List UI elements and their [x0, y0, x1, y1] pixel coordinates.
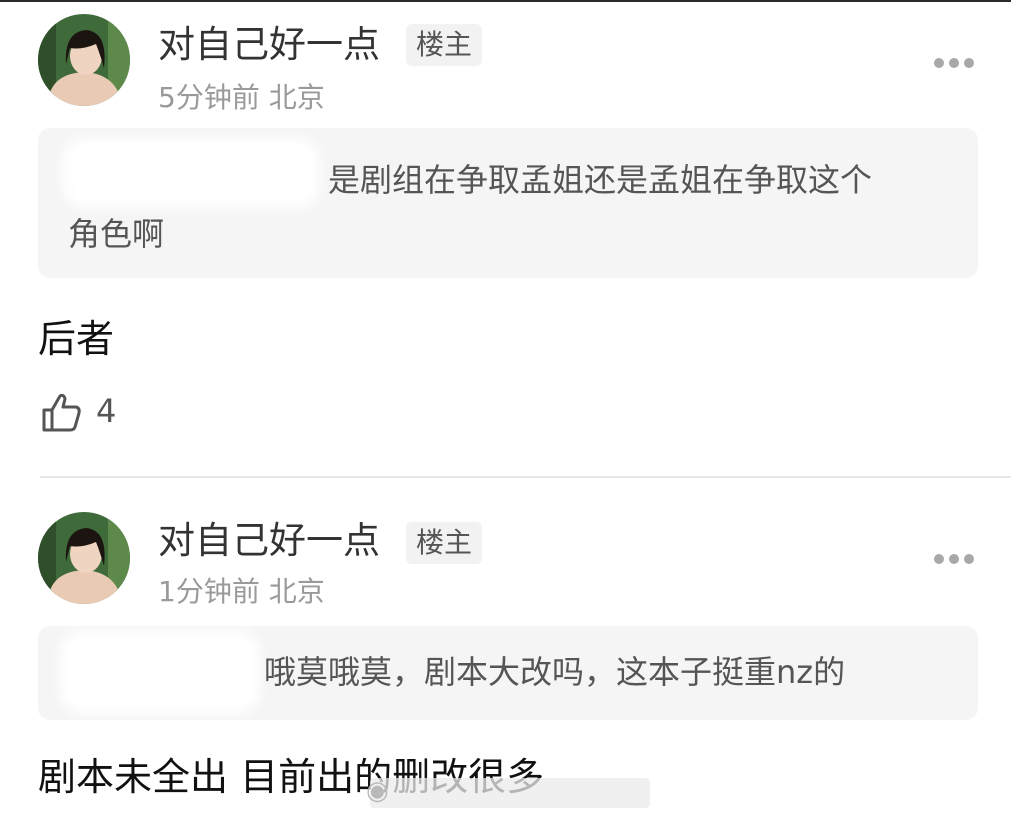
- divider: [40, 476, 1011, 478]
- post-location: 北京: [268, 575, 325, 608]
- quote-text-line2: 角色啊: [68, 215, 165, 253]
- quote-redacted-area: [60, 630, 260, 714]
- post-time: 5分钟前: [158, 81, 260, 114]
- op-badge: 楼主: [406, 24, 483, 66]
- avatar[interactable]: [38, 512, 130, 604]
- post-time: 1分钟前: [158, 575, 260, 608]
- quoted-comment[interactable]: 哦莫哦莫，剧本大改吗，这本子挺重nz的: [38, 626, 978, 720]
- comment-item: 对自己好一点 楼主 1分钟前 北京 哦莫哦莫，剧本大改吗，这本子挺重nz的 剧本…: [0, 480, 1011, 816]
- post-meta: 5分钟前 北京: [158, 76, 325, 116]
- quote-text: 是剧组在争取孟姐还是孟姐在争取这个: [328, 161, 873, 199]
- like-count: 4: [96, 392, 117, 430]
- op-badge: 楼主: [406, 522, 483, 564]
- author-name[interactable]: 对自己好一点: [158, 522, 380, 559]
- more-dots-icon[interactable]: [930, 552, 978, 566]
- avatar[interactable]: [38, 14, 130, 106]
- post-meta: 1分钟前 北京: [158, 570, 325, 610]
- comment-item: 对自己好一点 楼主 5分钟前 北京 是剧组在争取孟姐还是孟姐在争取这个 角色啊 …: [0, 0, 1011, 478]
- author-name[interactable]: 对自己好一点: [158, 26, 380, 63]
- quoted-comment[interactable]: 是剧组在争取孟姐还是孟姐在争取这个 角色啊: [38, 128, 978, 278]
- post-location: 北京: [268, 81, 325, 114]
- weibo-logo-icon: ◉: [366, 776, 389, 806]
- reply-text: 后者: [38, 317, 115, 361]
- more-dots-icon[interactable]: [930, 56, 978, 70]
- quote-redacted-area: [62, 138, 320, 208]
- thumbs-up-icon: [42, 393, 81, 432]
- quote-text: 哦莫哦莫，剧本大改吗，这本子挺重nz的: [264, 653, 846, 691]
- watermark: ◉: [366, 776, 650, 808]
